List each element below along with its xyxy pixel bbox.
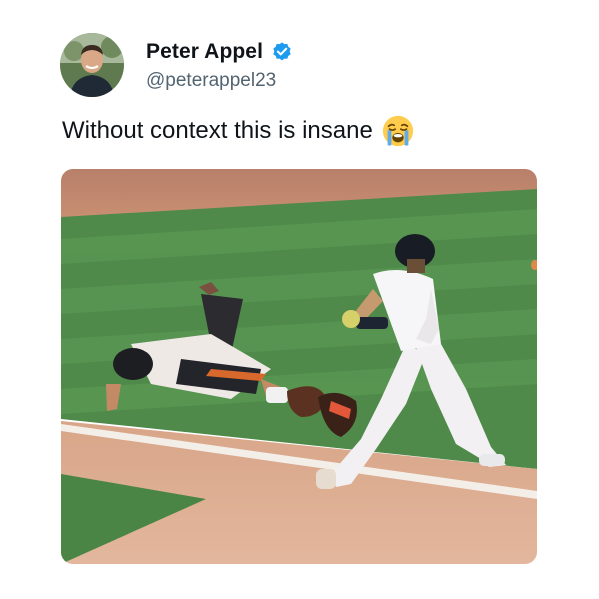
loudly-crying-face-emoji-icon (381, 114, 415, 148)
tweet-text-content: Without context this is insane (62, 117, 373, 144)
display-name-row: Peter Appel (146, 38, 293, 66)
author-info: Peter Appel @peterappel23 (146, 38, 293, 92)
tweet-media-photo[interactable] (61, 169, 537, 564)
tweet-text: Without context this is insane (62, 114, 415, 148)
baseball-play-photo-icon (61, 169, 537, 564)
tweet-header: Peter Appel @peterappel23 (60, 33, 293, 97)
avatar[interactable] (60, 33, 124, 97)
user-handle[interactable]: @peterappel23 (146, 70, 293, 92)
display-name[interactable]: Peter Appel (146, 40, 263, 64)
user-avatar-photo-icon (60, 33, 124, 97)
verified-badge-icon (271, 41, 293, 63)
